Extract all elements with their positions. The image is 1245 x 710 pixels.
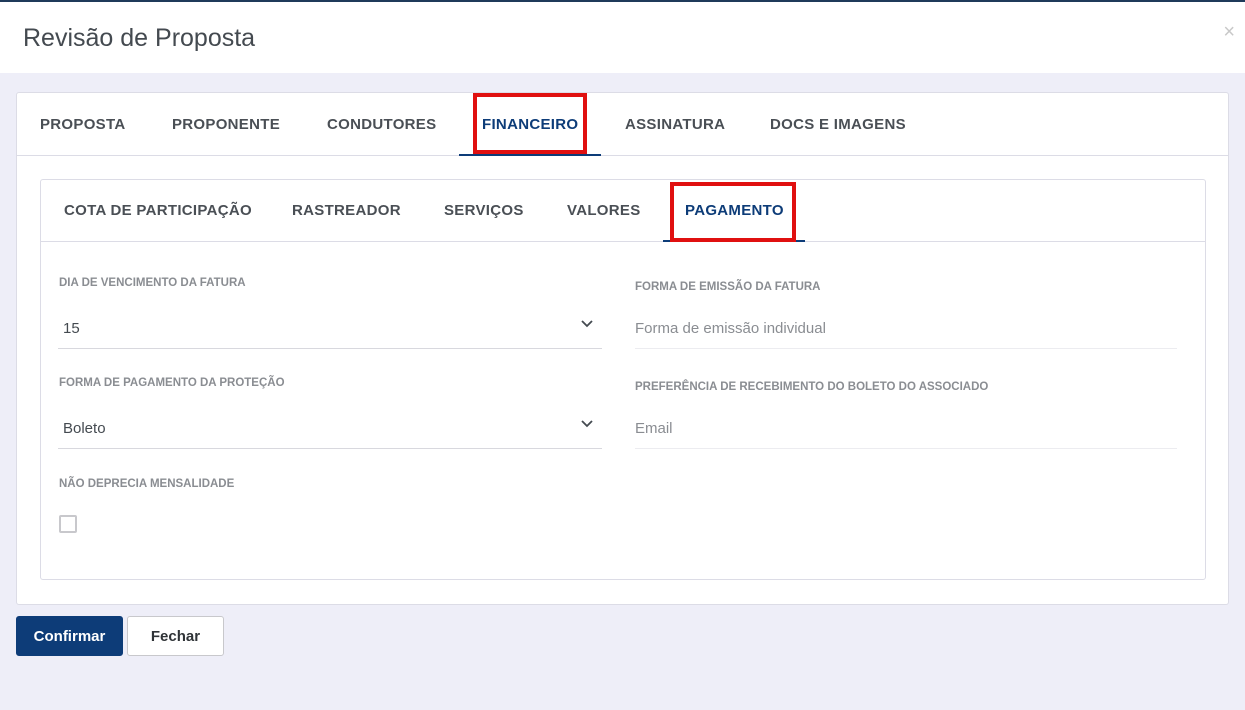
tab-condutores[interactable]: CONDUTORES	[327, 93, 436, 156]
financeiro-card: COTA DE PARTICIPAÇÃO RASTREADOR SERVIÇOS…	[40, 179, 1206, 580]
active-tab-indicator	[459, 154, 601, 156]
close-button[interactable]: Fechar	[127, 616, 224, 656]
confirm-button[interactable]: Confirmar	[16, 616, 123, 656]
subtab-pagamento[interactable]: PAGAMENTO	[685, 180, 784, 242]
forma-emissao-label: FORMA DE EMISSÃO DA FATURA	[635, 281, 821, 293]
forma-pagamento-select[interactable]: Boleto	[58, 409, 602, 449]
forma-emissao-value: Forma de emissão individual	[635, 320, 826, 337]
forma-pagamento-label: FORMA DE PAGAMENTO DA PROTEÇÃO	[59, 377, 285, 389]
tab-docs-e-imagens[interactable]: DOCS E IMAGENS	[770, 93, 906, 156]
subtab-valores[interactable]: VALORES	[567, 180, 641, 242]
main-tabs: PROPOSTA PROPONENTE CONDUTORES FINANCEIR…	[17, 93, 1228, 156]
tab-proposta[interactable]: PROPOSTA	[40, 93, 125, 156]
modal-header: Revisão de Proposta ×	[0, 0, 1245, 73]
close-icon[interactable]: ×	[1223, 22, 1235, 42]
preferencia-boleto-field: Email	[635, 409, 1177, 449]
dia-vencimento-label: DIA DE VENCIMENTO DA FATURA	[59, 277, 246, 289]
chevron-down-icon	[581, 420, 593, 428]
nao-deprecia-checkbox[interactable]	[59, 515, 77, 533]
tab-financeiro[interactable]: FINANCEIRO	[482, 93, 578, 156]
preferencia-boleto-value: Email	[635, 420, 673, 437]
tab-assinatura[interactable]: ASSINATURA	[625, 93, 725, 156]
chevron-down-icon	[581, 320, 593, 328]
forma-pagamento-value: Boleto	[63, 420, 106, 437]
dia-vencimento-value: 15	[63, 320, 80, 337]
subtab-servicos[interactable]: SERVIÇOS	[444, 180, 524, 242]
forma-emissao-field: Forma de emissão individual	[635, 309, 1177, 349]
main-card: PROPOSTA PROPONENTE CONDUTORES FINANCEIR…	[16, 92, 1229, 605]
nao-deprecia-label: NÃO DEPRECIA MENSALIDADE	[59, 478, 235, 490]
dia-vencimento-select[interactable]: 15	[58, 309, 602, 349]
active-subtab-indicator	[663, 240, 805, 242]
tab-proponente[interactable]: PROPONENTE	[172, 93, 280, 156]
subtab-rastreador[interactable]: RASTREADOR	[292, 180, 401, 242]
sub-tabs: COTA DE PARTICIPAÇÃO RASTREADOR SERVIÇOS…	[41, 180, 1205, 242]
subtab-cota-de-participacao[interactable]: COTA DE PARTICIPAÇÃO	[64, 180, 252, 242]
modal-title: Revisão de Proposta	[23, 24, 256, 52]
preferencia-boleto-label: PREFERÊNCIA DE RECEBIMENTO DO BOLETO DO …	[635, 381, 989, 393]
